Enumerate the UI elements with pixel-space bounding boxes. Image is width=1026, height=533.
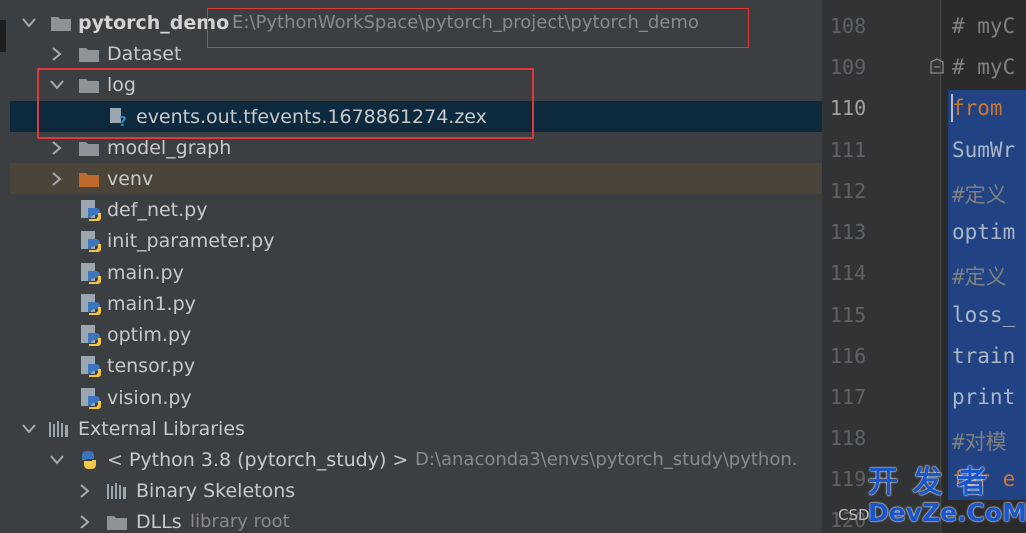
chevron-right-icon[interactable] — [50, 171, 64, 186]
tree-row-venv[interactable]: venv — [10, 163, 822, 194]
gutter-divider — [940, 0, 941, 533]
project-tree[interactable]: pytorch_demo E:\PythonWorkSpace\pytorch_… — [10, 0, 822, 533]
text-caret — [951, 94, 953, 122]
csdn-watermark: CSD — [838, 506, 870, 524]
line-number: 113 — [830, 220, 867, 244]
line-number: 118 — [830, 426, 867, 450]
line-number-gutter: 108 109 110 111 112 113 114 115 116 117 … — [822, 0, 942, 533]
line-number: 111 — [830, 138, 867, 162]
python-file-icon — [80, 262, 102, 284]
folder-label-model-graph: model_graph — [107, 136, 232, 159]
code-line: #定义 — [952, 265, 1007, 289]
line-number: 108 — [830, 14, 867, 38]
devze-watermark-cn: 开 发 者 — [868, 465, 989, 500]
tree-row-python-sdk[interactable]: < Python 3.8 (pytorch_study) > D:\anacon… — [10, 444, 822, 475]
python-file-icon — [80, 293, 102, 315]
tree-row-file[interactable]: tensor.py — [10, 350, 822, 381]
tree-row-file[interactable]: optim.py — [10, 319, 822, 350]
code-editor[interactable]: 108 109 110 111 112 113 114 115 116 117 … — [822, 0, 1026, 533]
file-label: tensor.py — [107, 354, 196, 377]
python-file-icon — [80, 355, 102, 377]
folder-icon — [78, 44, 100, 64]
external-libraries-label: External Libraries — [78, 417, 245, 440]
chevron-down-icon[interactable] — [22, 16, 36, 30]
python-icon — [78, 450, 100, 470]
excluded-folder-icon — [78, 169, 100, 189]
file-label: def_net.py — [107, 198, 208, 221]
file-label: init_parameter.py — [107, 229, 275, 252]
code-line: from — [952, 96, 1003, 120]
code-line: print — [952, 385, 1016, 409]
python-file-icon — [80, 199, 102, 221]
tree-row-dlls[interactable]: DLLs library root — [10, 506, 822, 533]
code-line: #对模 — [952, 430, 1007, 454]
folder-icon — [106, 512, 128, 532]
dlls-hint: library root — [190, 511, 290, 532]
file-label: main1.py — [107, 292, 196, 315]
line-number-current: 110 — [830, 96, 867, 120]
chevron-right-icon[interactable] — [78, 514, 92, 529]
folder-icon — [78, 138, 100, 158]
python-file-icon — [80, 230, 102, 252]
highlight-box-project-path — [207, 8, 749, 48]
binary-skeletons-label: Binary Skeletons — [136, 479, 296, 502]
folder-icon — [50, 13, 72, 33]
code-line: # myC — [952, 14, 1016, 38]
library-icon — [48, 419, 70, 439]
highlight-box-log-folder — [37, 68, 534, 139]
python-sdk-label: < Python 3.8 (pytorch_study) > — [107, 448, 409, 471]
file-label: main.py — [107, 261, 184, 284]
file-label: vision.py — [107, 386, 192, 409]
chevron-right-icon[interactable] — [50, 140, 64, 155]
line-number: 109 — [830, 55, 867, 79]
python-sdk-path: D:\anaconda3\envs\pytorch_study\python. — [415, 449, 798, 470]
tree-row-binary-skeletons[interactable]: Binary Skeletons — [10, 475, 822, 506]
code-line: train — [952, 344, 1016, 368]
chevron-down-icon[interactable] — [50, 453, 64, 467]
chevron-right-icon[interactable] — [78, 483, 92, 498]
file-label: optim.py — [107, 323, 192, 346]
tool-strip-marker — [0, 20, 6, 52]
tree-row-file[interactable]: vision.py — [10, 382, 822, 413]
code-line: # myC — [952, 55, 1016, 79]
code-line: #定义 — [952, 183, 1007, 207]
code-line: SumWr — [952, 138, 1016, 162]
line-number: 112 — [830, 179, 867, 203]
library-icon — [106, 481, 128, 501]
tree-row-file[interactable]: def_net.py — [10, 194, 822, 225]
tree-row-file[interactable]: main.py — [10, 257, 822, 288]
chevron-right-icon[interactable] — [50, 46, 64, 61]
line-number: 117 — [830, 385, 867, 409]
dlls-label: DLLs — [136, 510, 182, 533]
folder-label-dataset: Dataset — [107, 42, 182, 65]
tree-row-file[interactable]: main1.py — [10, 288, 822, 319]
python-file-icon — [80, 324, 102, 346]
folder-label-venv: venv — [107, 167, 154, 190]
tree-row-file[interactable]: init_parameter.py — [10, 225, 822, 256]
tree-row-external-libraries[interactable]: External Libraries — [10, 413, 822, 444]
chevron-down-icon[interactable] — [22, 422, 36, 436]
fold-marker-icon[interactable] — [930, 58, 944, 74]
python-file-icon — [80, 387, 102, 409]
code-line: optim — [952, 220, 1016, 244]
line-number: 115 — [830, 303, 867, 327]
code-line: loss_ — [952, 303, 1016, 327]
devze-watermark-en: DevZe.CoM — [868, 498, 1026, 527]
line-number: 114 — [830, 261, 867, 285]
left-tool-strip — [0, 0, 10, 533]
line-number: 116 — [830, 344, 867, 368]
